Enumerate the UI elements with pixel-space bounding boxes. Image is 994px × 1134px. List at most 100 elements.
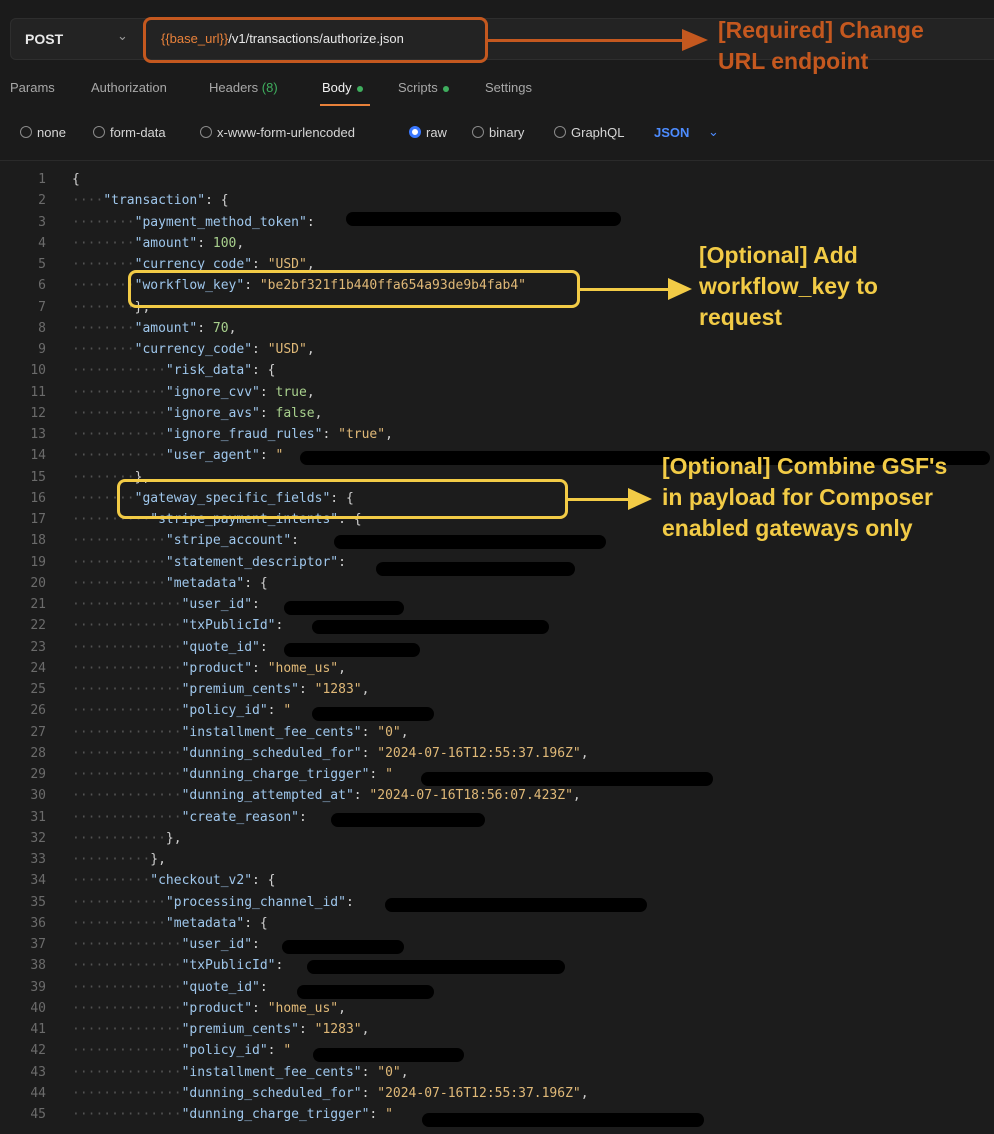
code-text: ··············"dunning_charge_trigger": … (72, 1104, 393, 1125)
redaction-bar (297, 985, 434, 999)
code-token: "quote_id" (181, 639, 260, 655)
code-token: ·············· (72, 1000, 182, 1016)
arrow-line (488, 39, 684, 42)
code-line: 21 ··············"user_id": (0, 594, 994, 615)
annotation-line: enabled gateways only (662, 515, 913, 541)
radio-icon (200, 126, 212, 138)
code-token: ············ (72, 894, 166, 910)
code-text: ··············"txPublicId": (72, 955, 291, 976)
radio-icon (472, 126, 484, 138)
radio-form-data[interactable]: form-data (93, 125, 166, 140)
radio-x-www-form-urlencoded[interactable]: x-www-form-urlencoded (200, 125, 355, 140)
redaction-bar (334, 535, 606, 549)
radio-none[interactable]: none (20, 125, 66, 140)
code-text: ··············"product": "home_us", (72, 658, 346, 679)
code-token: "dunning_scheduled_for" (181, 1085, 362, 1101)
code-token: ·············· (72, 703, 182, 719)
annotation-line: [Optional] Combine GSF's (662, 453, 948, 479)
code-token: ·············· (72, 788, 182, 804)
tab-body[interactable]: Body (322, 80, 363, 95)
tab-settings[interactable]: Settings (485, 80, 532, 95)
code-token: "home_us" (267, 1000, 339, 1016)
annotation-line: [Optional] Add (699, 242, 858, 268)
radio-graphql[interactable]: GraphQL (554, 125, 624, 140)
code-token: , (314, 405, 323, 421)
code-token: , (572, 788, 581, 804)
radio-selected-icon (409, 126, 421, 138)
tab-headers[interactable]: Headers (8) (209, 80, 278, 95)
body-format-select[interactable]: JSON (654, 125, 689, 140)
code-token: }, (150, 852, 166, 867)
redaction-bar (312, 620, 549, 634)
code-line: 42 ··············"policy_id": " (0, 1040, 994, 1061)
code-token: "2024-07-16T12:55:37.196Z" (377, 1085, 581, 1101)
body-type-selector: none form-data x-www-form-urlencoded raw… (0, 125, 994, 145)
code-line: 40 ··············"product": "home_us", (0, 998, 994, 1019)
chevron-down-icon[interactable]: ⌄ (708, 124, 719, 140)
code-token: true (275, 384, 307, 400)
code-token: : (197, 235, 213, 251)
radio-raw[interactable]: raw (409, 125, 447, 140)
code-line: 41 ··············"premium_cents": "1283", (0, 1019, 994, 1040)
code-token: "installment_fee_cents" (181, 1064, 362, 1080)
code-token: ·············· (72, 682, 182, 697)
code-text: ············"stripe_account": (72, 530, 307, 551)
request-tabs: Params Authorization Headers (8) Body Sc… (0, 80, 994, 100)
code-token: ·············· (72, 1043, 182, 1059)
code-token: "USD" (267, 342, 307, 357)
code-token: "risk_data" (165, 363, 253, 379)
code-token: : (361, 1085, 378, 1101)
line-number: 33 (30, 852, 46, 867)
code-text: ············"statement_descriptor": (72, 552, 354, 573)
line-number: 7 (38, 299, 46, 315)
code-token: ········ (72, 299, 135, 315)
code-token: "premium_cents" (181, 682, 299, 697)
line-number: 1 (38, 172, 46, 187)
radio-binary[interactable]: binary (472, 125, 524, 140)
code-token: : (267, 1043, 284, 1059)
code-text: ··············"quote_id": (72, 637, 276, 658)
code-token: "statement_descriptor" (165, 554, 339, 570)
code-line: 43 ··············"installment_fee_cents":… (0, 1062, 994, 1083)
redaction-bar (313, 1048, 464, 1062)
line-number: 26 (30, 703, 46, 719)
code-text: ··············"dunning_scheduled_for": "… (72, 743, 589, 764)
code-line: 23 ··············"quote_id": (0, 637, 994, 658)
redaction-bar (284, 643, 420, 657)
code-text: ········"amount": 70, (72, 318, 236, 339)
line-number: 34 (30, 873, 46, 889)
code-token: ············ (72, 830, 166, 846)
code-token: : (275, 618, 292, 634)
code-text: ··············"premium_cents": "1283", (72, 1019, 369, 1040)
code-token: "policy_id" (181, 1043, 268, 1059)
code-token: "user_id" (181, 597, 253, 612)
http-method-select[interactable]: POST (25, 31, 63, 47)
code-text: ········"payment_method_token": (72, 212, 322, 233)
code-token: , (400, 724, 409, 740)
line-number: 28 (30, 745, 46, 761)
tab-authorization[interactable]: Authorization (91, 80, 167, 95)
tab-params[interactable]: Params (10, 80, 55, 95)
code-token: false (275, 405, 315, 421)
code-token: ············ (72, 575, 166, 591)
code-token: : { (244, 575, 268, 591)
redaction-bar (421, 772, 713, 786)
line-number: 17 (30, 512, 46, 527)
code-token: : { (252, 873, 276, 889)
line-number: 11 (30, 384, 46, 400)
code-token: ············ (72, 448, 166, 464)
code-token: : (252, 1000, 268, 1016)
code-token: ············ (72, 554, 166, 570)
code-line: 31 ··············"create_reason": (0, 807, 994, 828)
tab-scripts[interactable]: Scripts (398, 80, 449, 95)
code-line: 10 ············"risk_data": { (0, 360, 994, 381)
redaction-bar (331, 813, 485, 827)
code-token: "2024-07-16T18:56:07.423Z" (369, 788, 573, 804)
code-token: ·············· (72, 958, 182, 974)
chevron-down-icon[interactable]: ⌄ (117, 28, 128, 44)
code-token: : (298, 809, 315, 825)
code-token: , (361, 1022, 370, 1037)
line-number: 16 (30, 490, 46, 506)
code-token: ·············· (72, 1064, 182, 1080)
code-text: ··············"product": "home_us", (72, 998, 346, 1019)
